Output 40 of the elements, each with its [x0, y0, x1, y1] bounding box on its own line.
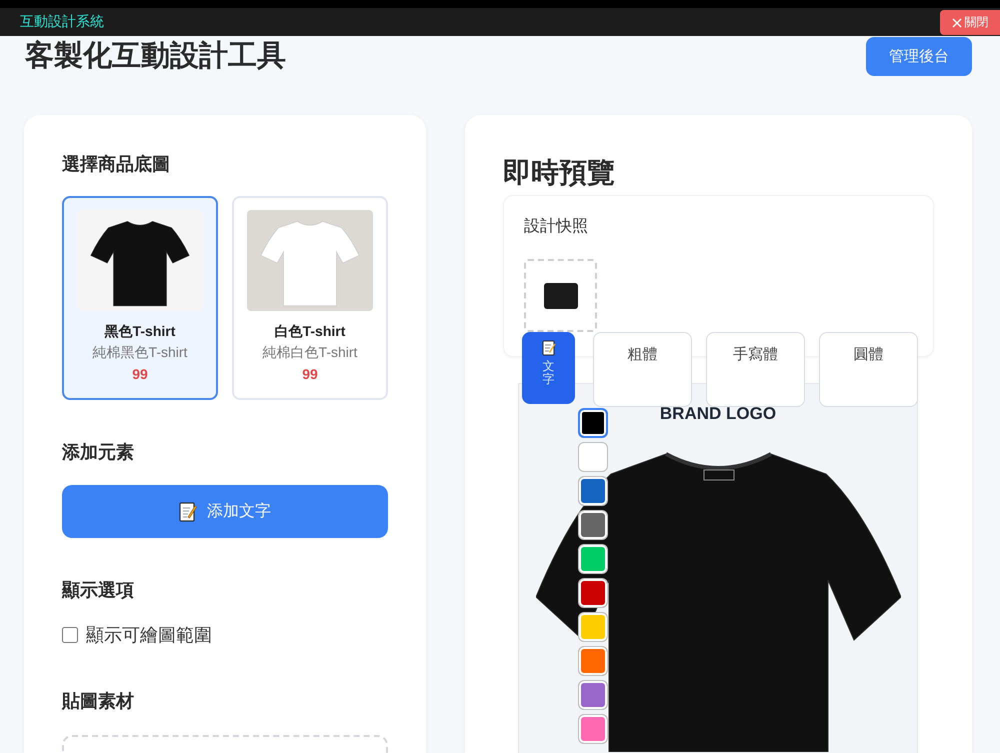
color-swatch[interactable]	[578, 476, 608, 506]
section-heading: 添加元素	[62, 441, 135, 463]
color-swatch[interactable]	[578, 578, 608, 608]
product-price: 99	[302, 365, 318, 384]
logo-text[interactable]: BRAND LOGO	[660, 404, 776, 424]
snapshot-slot[interactable]	[524, 259, 597, 332]
product-price: 99	[132, 365, 148, 384]
snapshot-heading: 設計快照	[524, 216, 589, 237]
product-description: 純棉黑色T-shirt	[92, 343, 188, 362]
product-card[interactable]: 白色T-shirt 純棉白色T-shirt 99	[232, 196, 388, 400]
color-swatch[interactable]	[578, 442, 608, 472]
font-option[interactable]: 手寫體	[706, 332, 805, 407]
page-title: 客製化互動設計工具	[25, 38, 286, 74]
close-icon	[952, 18, 962, 28]
color-swatch[interactable]	[578, 510, 608, 540]
color-swatch[interactable]	[578, 408, 608, 438]
section-heading: 顯示選項	[62, 579, 135, 601]
color-swatch[interactable]	[578, 544, 608, 574]
color-swatch[interactable]	[578, 714, 608, 744]
section-heading: 選擇商品底圖	[62, 153, 171, 175]
product-card[interactable]: 黑色T-shirt 純棉黑色T-shirt 99	[62, 196, 218, 400]
color-swatch[interactable]	[578, 612, 608, 642]
checkbox[interactable]	[62, 627, 78, 643]
admin-button[interactable]: 管理後台	[866, 37, 972, 76]
section-heading: 即時預覽	[503, 156, 616, 190]
checkbox-label: 顯示可繪圖範圍	[86, 624, 212, 647]
product-name: 白色T-shirt	[274, 322, 346, 341]
memo-icon	[179, 502, 197, 522]
font-option[interactable]: 粗體	[593, 332, 692, 407]
color-swatch[interactable]	[578, 646, 608, 676]
product-description: 純棉白色T-shirt	[262, 343, 358, 362]
memo-icon	[542, 340, 556, 356]
color-swatch[interactable]	[578, 680, 608, 710]
font-option[interactable]: 圓體	[819, 332, 918, 407]
product-name: 黑色T-shirt	[104, 322, 176, 341]
section-heading: 貼圖素材	[62, 690, 135, 712]
add-text-button[interactable]: 添加文字	[62, 485, 388, 538]
snapshot-thumbnail	[544, 282, 578, 308]
text-tool-button[interactable]: 文字	[522, 332, 575, 404]
window-title: 互動設計系統	[20, 13, 104, 31]
